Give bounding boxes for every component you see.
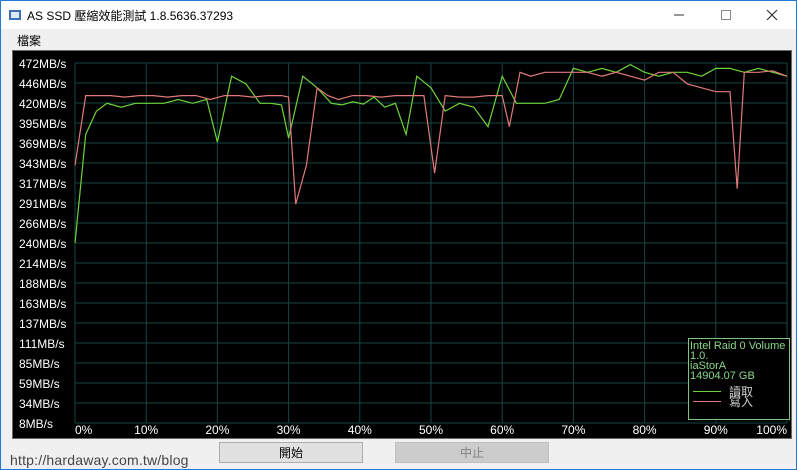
window-title: AS SSD 壓縮效能測試 1.8.5636.37293: [27, 9, 234, 23]
minimize-button[interactable]: [656, 1, 702, 29]
y-tick-label: 34MB/s: [19, 397, 60, 411]
y-tick-label: 8MB/s: [19, 417, 53, 431]
title-bar[interactable]: AS SSD 壓縮效能測試 1.8.5636.37293: [1, 1, 796, 29]
menu-file[interactable]: 檔案: [17, 32, 41, 49]
app-window: AS SSD 壓縮效能測試 1.8.5636.37293 檔案 472MB/s 4…: [0, 0, 797, 470]
y-tick-label: 137MB/s: [19, 317, 66, 331]
y-tick-label: 266MB/s: [19, 217, 66, 231]
x-tick-label: 40%: [348, 423, 372, 437]
y-tick-label: 291MB/s: [19, 197, 66, 211]
y-tick-label: 163MB/s: [19, 297, 66, 311]
y-tick-label: 317MB/s: [19, 177, 66, 191]
close-icon: [766, 9, 778, 21]
menu-bar: 檔案: [1, 29, 796, 49]
close-button[interactable]: [749, 1, 795, 29]
y-tick-label: 472MB/s: [19, 57, 66, 71]
chart-svg: 472MB/s 446MB/s 420MB/s 395MB/s 369MB/s 343MB…: [19, 57, 788, 437]
x-tick-label: 100%: [756, 423, 787, 437]
x-tick-label: 30%: [277, 423, 301, 437]
y-tick-label: 395MB/s: [19, 117, 66, 131]
x-tick-label: 80%: [633, 423, 657, 437]
legend-write-label: 寫入: [729, 395, 754, 409]
x-tick-label: 60%: [490, 423, 514, 437]
minimize-icon: [674, 14, 684, 16]
x-tick-label: 50%: [419, 423, 443, 437]
y-tick-label: 111MB/s: [19, 337, 65, 351]
y-tick-label: 240MB/s: [19, 237, 66, 251]
chart-legend: Intel Raid 0 Volume 1.0. iaStorA 14904.0…: [688, 338, 790, 420]
y-tick-label: 343MB/s: [19, 157, 66, 171]
watermark-url: http://hardaway.com.tw/blog: [10, 452, 189, 468]
y-tick-label: 59MB/s: [19, 377, 60, 391]
maximize-button[interactable]: [703, 1, 749, 29]
maximize-icon: [721, 10, 731, 20]
x-tick-label: 90%: [704, 423, 728, 437]
x-tick-label: 20%: [205, 423, 229, 437]
y-tick-label: 369MB/s: [19, 137, 66, 151]
stop-button[interactable]: 中止: [395, 442, 549, 463]
x-tick-label: 70%: [561, 423, 585, 437]
y-tick-label: 446MB/s: [19, 77, 66, 91]
x-tick-label: 0%: [75, 423, 93, 437]
compression-chart: 472MB/s 446MB/s 420MB/s 395MB/s 369MB/s 343MB…: [12, 50, 792, 439]
y-tick-label: 85MB/s: [19, 357, 60, 371]
x-tick-label: 10%: [134, 423, 158, 437]
app-icon: [9, 10, 21, 20]
legend-capacity: 14904.07 GB: [690, 370, 755, 382]
start-button[interactable]: 開始: [219, 442, 363, 463]
y-tick-label: 420MB/s: [19, 97, 66, 111]
y-tick-label: 214MB/s: [19, 257, 66, 271]
legend-write-swatch: [693, 401, 721, 402]
legend-read-swatch: [693, 391, 721, 392]
y-tick-label: 188MB/s: [19, 277, 66, 291]
